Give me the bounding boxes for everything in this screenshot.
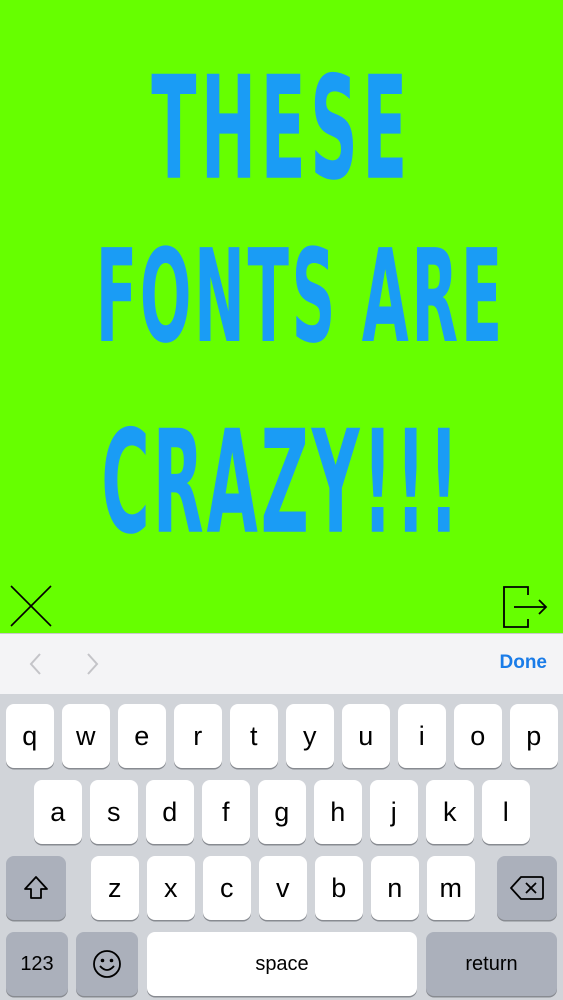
export-button[interactable] — [502, 585, 550, 629]
key-z-label: z — [108, 872, 122, 903]
text-canvas[interactable]: THESE FONTS ARE CRAZY!!! — [0, 0, 563, 580]
key-r-label: r — [193, 720, 203, 751]
key-u[interactable]: u — [342, 704, 390, 768]
key-m[interactable]: m — [427, 856, 475, 920]
key-b[interactable]: b — [315, 856, 363, 920]
key-a-label: a — [50, 796, 66, 827]
key-e[interactable]: e — [118, 704, 166, 768]
emoji-key[interactable] — [76, 932, 138, 996]
previous-field-button[interactable] — [22, 650, 50, 678]
key-h-label: h — [330, 796, 346, 827]
keyboard-toolbar: Done — [0, 633, 563, 694]
key-f-label: f — [221, 796, 230, 827]
key-u-label: u — [358, 720, 374, 751]
key-v[interactable]: v — [259, 856, 307, 920]
key-b-label: b — [331, 872, 347, 903]
export-arrow-icon — [503, 586, 548, 628]
shift-icon — [24, 876, 48, 899]
keyboard: q w e r t y u i o p a s d f g h j k l z x c v b n m 123 space return — [0, 694, 563, 1000]
key-o[interactable]: o — [454, 704, 502, 768]
key-s[interactable]: s — [90, 780, 138, 844]
key-d-label: d — [162, 796, 178, 827]
key-n[interactable]: n — [371, 856, 419, 920]
backspace-icon — [510, 876, 544, 900]
key-z[interactable]: z — [91, 856, 139, 920]
key-k[interactable]: k — [426, 780, 474, 844]
key-t[interactable]: t — [230, 704, 278, 768]
key-d[interactable]: d — [146, 780, 194, 844]
done-button[interactable]: Done — [500, 652, 548, 674]
key-y[interactable]: y — [286, 704, 334, 768]
app-screen: THESE FONTS ARE CRAZY!!! Done q w e r t … — [0, 0, 563, 1000]
space-key-label: space — [255, 952, 309, 975]
key-p-label: p — [526, 720, 542, 751]
return-key-label: return — [465, 952, 518, 975]
close-button[interactable] — [8, 583, 54, 629]
key-q[interactable]: q — [6, 704, 54, 768]
key-j-label: j — [390, 796, 397, 827]
numbers-key[interactable]: 123 — [6, 932, 68, 996]
key-s-label: s — [107, 796, 121, 827]
key-x-label: x — [164, 872, 178, 903]
key-i[interactable]: i — [398, 704, 446, 768]
backspace-key[interactable] — [497, 856, 557, 920]
numbers-key-label: 123 — [20, 952, 54, 975]
key-c-label: c — [220, 872, 234, 903]
key-c[interactable]: c — [203, 856, 251, 920]
chevron-right-icon — [87, 653, 99, 675]
canvas-text-line-2: FONTS ARE — [95, 222, 505, 372]
key-e-label: e — [134, 720, 150, 751]
key-m-label: m — [439, 872, 463, 903]
key-o-label: o — [470, 720, 486, 751]
key-v-label: v — [276, 872, 290, 903]
key-f[interactable]: f — [202, 780, 250, 844]
key-l-label: l — [502, 796, 509, 827]
return-key[interactable]: return — [426, 932, 557, 996]
key-r[interactable]: r — [174, 704, 222, 768]
key-x[interactable]: x — [147, 856, 195, 920]
key-w[interactable]: w — [62, 704, 110, 768]
key-p[interactable]: p — [510, 704, 558, 768]
key-j[interactable]: j — [370, 780, 418, 844]
shift-key[interactable] — [6, 856, 66, 920]
key-g-label: g — [274, 796, 290, 827]
canvas-text-line-3: CRAZY!!! — [101, 400, 462, 566]
key-k-label: k — [443, 796, 457, 827]
chevron-left-icon — [29, 653, 41, 675]
space-key[interactable]: space — [147, 932, 417, 996]
key-l[interactable]: l — [482, 780, 530, 844]
emoji-icon — [93, 950, 121, 978]
key-y-label: y — [303, 720, 317, 751]
canvas-text-line-1: THESE — [151, 46, 412, 212]
close-x-icon — [10, 585, 52, 627]
key-g[interactable]: g — [258, 780, 306, 844]
key-h[interactable]: h — [314, 780, 362, 844]
key-t-label: t — [249, 720, 258, 751]
key-i-label: i — [418, 720, 425, 751]
key-n-label: n — [387, 872, 403, 903]
key-w-label: w — [76, 720, 96, 751]
key-a[interactable]: a — [34, 780, 82, 844]
key-q-label: q — [22, 720, 38, 751]
next-field-button[interactable] — [78, 650, 106, 678]
